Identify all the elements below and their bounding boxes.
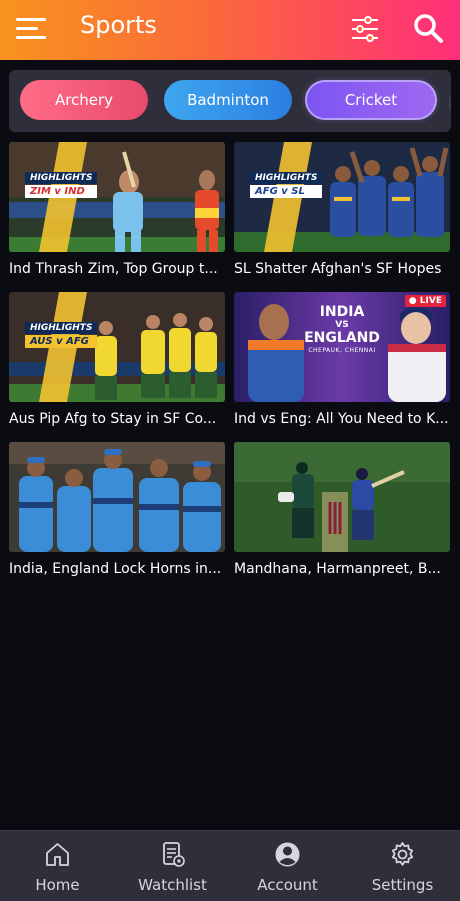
nav-watchlist-label: Watchlist <box>138 876 207 894</box>
search-icon[interactable] <box>412 12 444 44</box>
video-thumbnail[interactable]: INDIA VS ENGLAND CHEPAUK, CHENNAI ● LIVE <box>234 292 450 402</box>
poster-text: INDIA VS ENGLAND CHEPAUK, CHENNAI <box>304 304 380 354</box>
video-thumbnail[interactable]: HIGHLIGHTS AUS v AFG <box>9 292 225 402</box>
gear-icon <box>391 842 414 866</box>
app-header: Sports <box>0 0 460 60</box>
video-card[interactable]: HIGHLIGHTS AUS v AFG Aus Pip Afg to Stay… <box>9 292 227 427</box>
video-title[interactable]: Mandhana, Harmanpreet, B... <box>234 561 450 577</box>
nav-home[interactable]: Home <box>0 831 115 901</box>
video-card[interactable]: India, England Lock Horns in... <box>9 442 227 577</box>
nav-home-label: Home <box>35 876 80 894</box>
nav-account[interactable]: Account <box>230 831 345 901</box>
video-card[interactable]: Mandhana, Harmanpreet, B... <box>234 442 452 577</box>
live-badge: ● LIVE <box>404 295 446 307</box>
video-card[interactable]: INDIA VS ENGLAND CHEPAUK, CHENNAI ● LIVE… <box>234 292 452 427</box>
filter-icon[interactable] <box>350 14 380 44</box>
video-thumbnail[interactable] <box>9 442 225 552</box>
highlights-badge: HIGHLIGHTS AUS v AFG <box>25 322 98 348</box>
video-thumbnail[interactable]: HIGHLIGHTS ZIM v IND <box>9 142 225 252</box>
video-title[interactable]: SL Shatter Afghan's SF Hopes <box>234 261 450 277</box>
menu-icon[interactable] <box>16 16 48 42</box>
thumbnail-image <box>234 442 450 552</box>
video-title[interactable]: India, England Lock Horns in... <box>9 561 225 577</box>
video-title[interactable]: Ind vs Eng: All You Need to K... <box>234 411 450 427</box>
highlights-badge: HIGHLIGHTS ZIM v IND <box>25 172 98 198</box>
thumbnail-image <box>9 442 225 552</box>
video-card[interactable]: HIGHLIGHTS ZIM v IND Ind Thrash Zim, Top… <box>9 142 227 277</box>
chip-overflow-indicator <box>449 96 451 110</box>
bottom-navigation: Home Watchlist Account Settings <box>0 830 460 901</box>
chip-cricket[interactable]: Cricket <box>305 80 437 120</box>
video-title[interactable]: Ind Thrash Zim, Top Group t... <box>9 261 225 277</box>
highlights-badge: HIGHLIGHTS AFG v SL <box>250 172 323 198</box>
nav-settings[interactable]: Settings <box>345 831 460 901</box>
video-thumbnail[interactable] <box>234 442 450 552</box>
nav-account-label: Account <box>257 876 318 894</box>
video-card[interactable]: HIGHLIGHTS AFG v SL SL Shatter Afghan's … <box>234 142 452 277</box>
account-icon <box>275 842 300 867</box>
video-title[interactable]: Aus Pip Afg to Stay in SF Co... <box>9 411 225 427</box>
chip-archery[interactable]: Archery <box>20 80 148 120</box>
home-icon <box>46 843 69 866</box>
video-thumbnail[interactable]: HIGHLIGHTS AFG v SL <box>234 142 450 252</box>
page-title: Sports <box>80 11 157 39</box>
nav-watchlist[interactable]: Watchlist <box>115 831 230 901</box>
watchlist-icon <box>163 842 185 867</box>
category-chips: Archery Badminton Cricket <box>9 70 451 132</box>
nav-settings-label: Settings <box>371 876 434 894</box>
chip-badminton[interactable]: Badminton <box>164 80 292 120</box>
